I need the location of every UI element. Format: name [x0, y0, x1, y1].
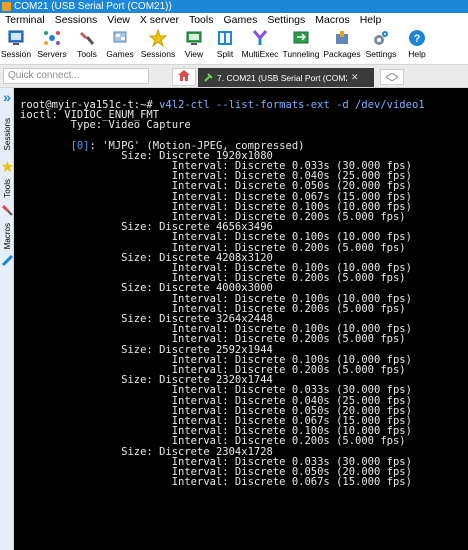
sessions-label: Sessions: [140, 49, 176, 59]
settings-label: Settings: [365, 49, 397, 59]
menu-bar: Terminal Sessions View X server Tools Ga…: [0, 13, 468, 28]
servers-icon: [43, 29, 61, 47]
settings-icon: [372, 29, 390, 47]
tab-com21[interactable]: 7. COM21 (USB Serial Port (COM21)) ✕: [198, 68, 374, 87]
games-button[interactable]: Games: [102, 28, 138, 64]
star-icon: [149, 29, 167, 47]
side-panel: » Sessions Tools Macros: [0, 88, 14, 550]
home-icon: [178, 68, 190, 86]
tunneling-icon: [292, 29, 310, 47]
menu-view[interactable]: View: [102, 13, 135, 28]
terminal-line: Interval: Discrete 0.050s (20.000 fps): [20, 180, 412, 193]
games-icon: [111, 29, 129, 47]
split-label: Split: [216, 49, 234, 59]
app-icon: [2, 2, 11, 11]
menu-terminal[interactable]: Terminal: [0, 13, 50, 28]
games-label: Games: [106, 49, 134, 59]
session-label: Session: [0, 49, 32, 59]
menu-help[interactable]: Help: [355, 13, 387, 28]
view-label: View: [184, 49, 204, 59]
session-button[interactable]: Session: [0, 28, 32, 64]
sidebar-tab-label: Macros: [2, 222, 12, 250]
new-tab-icon: [385, 68, 399, 86]
new-tab-button[interactable]: [380, 69, 404, 85]
sidebar-tab-label: Sessions: [2, 117, 12, 151]
multiexec-label: MultiExec: [241, 49, 279, 59]
tunneling-button[interactable]: Tunneling: [280, 28, 322, 64]
title-bar: COM21 (USB Serial Port (COM21)): [0, 0, 468, 13]
menu-settings[interactable]: Settings: [262, 13, 310, 28]
serial-tab-icon: [204, 72, 214, 84]
terminal-line: Type: Video Capture: [20, 119, 191, 132]
view-button[interactable]: View: [178, 28, 210, 64]
menu-x-server[interactable]: X server: [135, 13, 184, 28]
menu-games[interactable]: Games: [218, 13, 262, 28]
servers-label: Servers: [37, 49, 67, 59]
sessions-star-icon: [1, 160, 13, 172]
terminal-output[interactable]: root@myir-ya151c-t:~# v4l2-ctl --list-fo…: [16, 90, 468, 550]
tab-bar: Quick connect... 7. COM21 (USB Serial Po…: [0, 64, 468, 88]
sessions-button[interactable]: Sessions: [138, 28, 178, 64]
sidebar-tab-sessions[interactable]: Sessions: [1, 110, 13, 158]
tools-icon: [78, 29, 96, 47]
terminal-line: Interval: Discrete 0.200s (5.000 fps): [20, 333, 406, 346]
menu-tools[interactable]: Tools: [184, 13, 219, 28]
terminal-line: Interval: Discrete 0.033s (30.000 fps): [20, 384, 412, 397]
session-icon: [7, 29, 25, 47]
terminal-line: Interval: Discrete 0.200s (5.000 fps): [20, 435, 406, 448]
shell-command: v4l2-ctl --list-formats-ext -d /dev/vide…: [159, 99, 425, 111]
tools-button[interactable]: Tools: [72, 28, 102, 64]
packages-button[interactable]: Packages: [322, 28, 362, 64]
help-button[interactable]: ? Help: [400, 28, 434, 64]
sidebar-tab-tools[interactable]: Tools: [1, 174, 13, 202]
terminal-line: Interval: Discrete 0.067s (15.000 fps): [20, 476, 412, 489]
quick-connect-input[interactable]: Quick connect...: [3, 68, 149, 84]
help-label: Help: [408, 49, 426, 59]
home-tab[interactable]: [172, 68, 196, 86]
svg-text:?: ?: [414, 33, 421, 45]
packages-icon: [333, 29, 351, 47]
tools-side-icon: [1, 204, 13, 216]
expand-sidebar-icon[interactable]: »: [0, 90, 14, 105]
servers-button[interactable]: Servers: [32, 28, 72, 64]
split-button[interactable]: Split: [210, 28, 240, 64]
terminal-line: Interval: Discrete 0.100s (10.000 fps): [20, 231, 412, 244]
sidebar-tab-macros[interactable]: Macros: [1, 220, 13, 252]
tunneling-label: Tunneling: [282, 49, 320, 59]
terminal-line: Size: Discrete 4000x3000: [20, 282, 273, 295]
multiexec-button[interactable]: MultiExec: [240, 28, 280, 64]
sidebar-tab-label: Tools: [2, 178, 12, 198]
menu-macros[interactable]: Macros: [310, 13, 354, 28]
macros-side-icon: [1, 254, 13, 266]
packages-label: Packages: [323, 49, 361, 59]
tools-label: Tools: [77, 49, 97, 59]
menu-sessions[interactable]: Sessions: [50, 13, 103, 28]
toolbar: Session Servers Tools Games Sessions Vie…: [0, 28, 468, 64]
settings-button[interactable]: Settings: [362, 28, 400, 64]
split-icon: [216, 29, 234, 47]
window-title: COM21 (USB Serial Port (COM21)): [14, 1, 172, 12]
close-tab-icon[interactable]: ✕: [351, 72, 359, 83]
tab-label: 7. COM21 (USB Serial Port (COM21)): [217, 72, 347, 83]
view-icon: [185, 29, 203, 47]
help-icon: ?: [408, 29, 426, 47]
multiexec-icon: [251, 29, 269, 47]
